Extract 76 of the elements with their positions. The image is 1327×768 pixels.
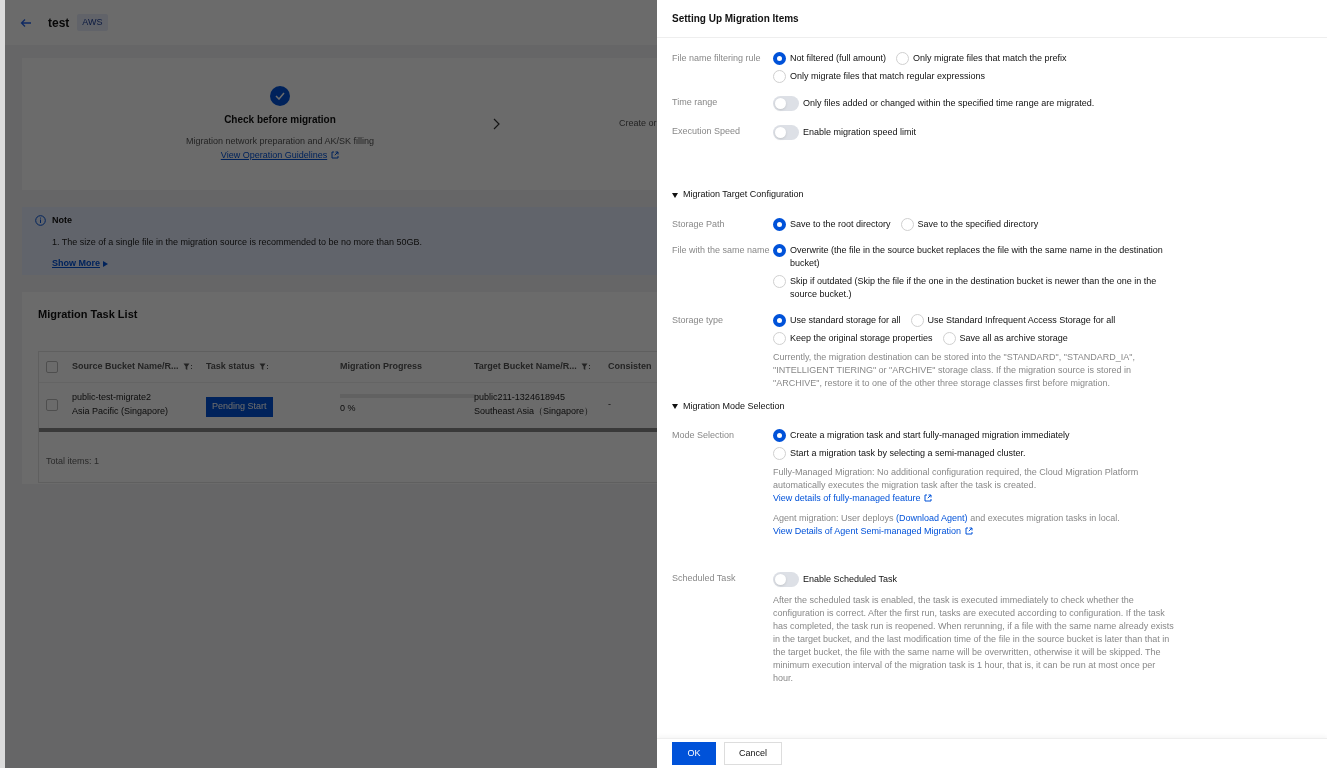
chevron-right-icon	[492, 118, 500, 130]
column-header: Target Bucket Name/R...	[474, 359, 577, 373]
radio-label: Only migrate files that match regular expressions	[790, 70, 986, 83]
section-heading[interactable]: Migration Mode Selection	[683, 399, 785, 413]
info-icon	[35, 215, 46, 227]
field-label: Scheduled Task	[672, 572, 737, 585]
drawer-title: Setting Up Migration Items	[672, 12, 799, 26]
radio-button[interactable]	[773, 52, 786, 65]
help-link[interactable]: View Details of Agent Semi-managed Migration	[773, 526, 973, 536]
external-link-icon	[964, 527, 973, 535]
radio-label: Create a migration task and start fully-managed migration immediately	[790, 429, 1070, 442]
note-title: Note	[52, 214, 72, 227]
column-header: Task status	[206, 359, 255, 373]
radio-button[interactable]	[773, 243, 786, 257]
toggle-label: Enable Scheduled Task	[803, 572, 897, 586]
table-cell-text: Southeast Asia（Singapore）	[474, 404, 595, 418]
toggle-switch[interactable]	[773, 572, 799, 587]
radio-label: Not filtered (full amount)	[790, 52, 887, 65]
step-title: Check before migration	[224, 113, 336, 127]
column-header: Migration Progress	[340, 359, 422, 373]
table-cell-text: Asia Pacific (Singapore)	[72, 404, 170, 418]
cancel-button[interactable]: Cancel	[724, 742, 782, 765]
external-link-icon	[331, 150, 340, 159]
radio-button[interactable]	[773, 429, 786, 442]
horizontal-scrollbar[interactable]	[39, 427, 657, 432]
header-checkbox[interactable]	[46, 360, 58, 373]
field-label: Mode Selection	[672, 429, 736, 442]
note-text: 1. The size of a single file in the migration source is recommended to be no more than 50GB.	[52, 235, 424, 249]
field-label: Execution Speed	[672, 125, 742, 138]
radio-label: Save all as archive storage	[959, 331, 1068, 345]
check-icon	[275, 92, 285, 100]
table-cell-text: public211-1324618945	[474, 391, 566, 404]
ok-button[interactable]: OK	[672, 742, 716, 765]
table-cell-text: public-test-migrate2	[72, 391, 153, 404]
field-label: Storage Path	[672, 217, 726, 231]
field-label: File with the same name	[672, 243, 771, 257]
step-description: Create or	[619, 117, 657, 131]
help-text: Agent migration: User deploys (Download Agent) and executes migration tasks in local. View Details of Agent Semi-managed Migration	[773, 512, 1121, 538]
toggle-label: Only files added or changed within the specified time range are migrated.	[803, 96, 1095, 110]
section-title: Migration Task List	[38, 307, 139, 322]
radio-label: Keep the original storage properties	[790, 331, 933, 345]
field-label: Storage type	[672, 313, 725, 327]
radio-button[interactable]	[773, 217, 786, 231]
back-arrow-icon	[20, 17, 32, 28]
help-text: After the scheduled task is enabled, the task is executed immediately to check whether the configuration is correct. After the first run, tasks are executed according to configuration. If the task has completed, the task run is reopened. When rerunning, if a file with the same name already exists in the target bucket, and the last modification time of the file in the source bucket is later than that in the target bucket, the file with the same name will be overwritten, otherwise it will be skipped. The minimum execution interval of the migration task is 1 hour, that is, it can be run at most once per hour.	[773, 594, 1175, 685]
toggle-switch[interactable]	[773, 125, 799, 140]
help-link[interactable]: (Download Agent)	[896, 513, 968, 523]
total-items: Total items: 1	[45, 454, 101, 468]
toggle-switch[interactable]	[773, 96, 799, 111]
provider-tag: AWS	[77, 13, 108, 32]
section-heading[interactable]: Migration Target Configuration	[683, 188, 804, 202]
radio-label: Use standard storage for all	[790, 313, 901, 327]
radio-label: Skip if outdated (Skip the file if the one in the destination bucket is newer than the one in the source bucket.)	[790, 274, 1158, 301]
field-label: Time range	[672, 96, 719, 109]
help-text: Currently, the migration destination can be stored into the "STANDARD", "STANDARD_IA", "INTELLIGENT TIERING" or "ARCHIVE" storage class. If the migration source is stored in "ARCHIVE", restore it to one of the other three storage classes first before migration.	[773, 350, 1136, 390]
radio-label: Save to the specified directory	[917, 217, 1039, 231]
table-cell-text: 0 %	[340, 401, 357, 415]
radio-label: Only migrate files that match the prefix	[913, 52, 1067, 65]
table-cell-text: -	[608, 397, 612, 411]
help-text: Fully-Managed Migration: No additional configuration required, the Cloud Migration Platform automatically executes the migration task after the task is created. View details of fully-managed feature	[773, 466, 1140, 505]
triangle-right-icon	[103, 260, 108, 267]
step-description: Migration network preparation and AK/SK filling	[185, 135, 375, 148]
row-checkbox[interactable]	[46, 398, 58, 411]
toggle-label: Enable migration speed limit	[803, 125, 917, 139]
help-link[interactable]: View details of fully-managed feature	[773, 493, 933, 503]
external-link-icon	[924, 494, 933, 502]
column-header: Source Bucket Name/R...	[72, 359, 179, 373]
page-title: test	[48, 14, 70, 32]
radio-label: Overwrite (the file in the source bucket replaces the file with the same name in the destination bucket)	[790, 243, 1164, 270]
radio-label: Save to the root directory	[790, 217, 891, 231]
radio-label: Start a migration task by selecting a semi-managed cluster.	[790, 447, 1026, 460]
status-badge: Pending Start	[206, 397, 273, 417]
radio-label: Use Standard Infrequent Access Storage for all	[927, 313, 1116, 327]
radio-button[interactable]	[773, 313, 786, 327]
column-header: Consisten	[608, 359, 652, 373]
field-label: File name filtering rule	[672, 52, 762, 65]
